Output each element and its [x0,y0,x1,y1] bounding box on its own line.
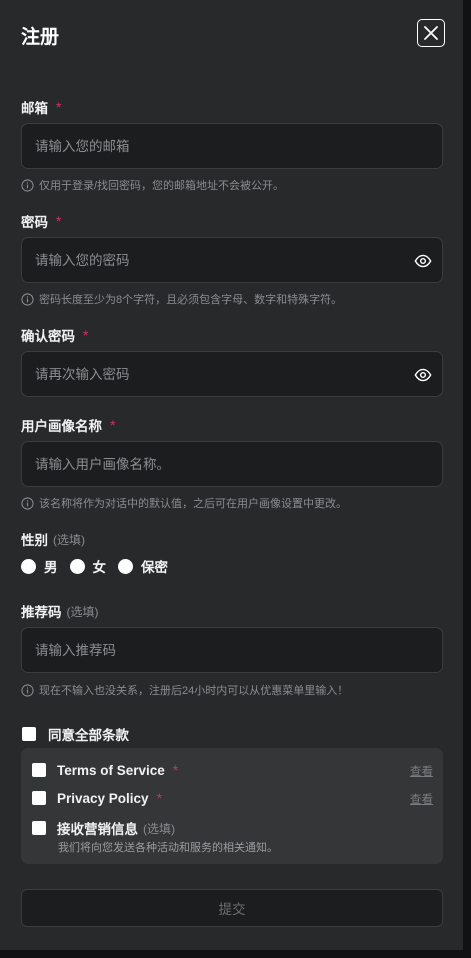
email-label-text: 邮箱 [21,101,48,116]
agree-all-row[interactable]: 同意全部条款 [22,724,129,744]
referral-label-text: 推荐码 [21,605,62,620]
confirm-password-label-text: 确认密码 [21,329,75,344]
radio-label: 女 [92,560,107,575]
info-icon [21,683,34,697]
confirm-password-field-box [21,351,443,397]
gender-radio-male[interactable]: 男 [21,556,58,576]
persona-name-label-text: 用户画像名称 [21,419,102,434]
submit-button[interactable]: 提交 [21,889,443,927]
agree-all-checkbox[interactable] [22,727,36,741]
radio-circle[interactable] [21,558,36,574]
email-field-box [21,123,443,169]
referral-hint: 现在不输入也没关系，注册后24小时内可以从优惠菜单里输入！ [21,682,348,698]
terms-of-service-checkbox[interactable] [32,763,46,777]
persona-name-field-box [21,441,443,487]
email-field[interactable] [22,124,442,168]
required-mark: * [83,327,89,343]
gender-radio-group: 男 女 保密 [21,556,180,576]
radio-circle[interactable] [118,558,133,574]
radio-circle[interactable] [69,558,85,574]
persona-name-field[interactable] [22,442,442,486]
privacy-policy-checkbox[interactable] [32,791,46,805]
referral-code-field[interactable] [22,628,442,672]
view-terms-link[interactable]: 查看 [410,763,433,779]
required-mark: * [110,417,116,433]
view-privacy-link[interactable]: 查看 [410,791,433,807]
page-edge-right [463,0,471,958]
close-button[interactable] [417,19,445,47]
password-field[interactable] [22,238,442,282]
terms-of-service-label: Terms of Service [57,762,165,778]
privacy-policy-row[interactable]: Privacy Policy * [32,790,162,806]
gender-radio-secret[interactable]: 保密 [118,556,168,576]
close-icon [424,26,438,40]
referral-hint-text: 现在不输入也没关系，注册后24小时内可以从优惠菜单里输入！ [39,685,349,697]
optional-tag: (选填) [53,532,85,547]
page-title: 注册 [21,27,60,48]
confirm-password-label: 确认密码 * [21,325,88,345]
password-label-text: 密码 [21,215,48,230]
required-mark: * [56,99,62,115]
password-hint-text: 密码长度至少为8个字符，且必须包含字母、数字和特殊字符。 [39,294,343,306]
terms-box: Terms of Service * 查看 Privacy Policy * 查… [21,748,443,864]
referral-label: 推荐码 (选填) [21,601,99,621]
radio-label: 保密 [141,560,168,575]
optional-tag: (选填) [66,604,99,619]
optional-tag: (选填) [143,821,175,836]
email-hint-text: 仅用于登录/找回密码，您的邮箱地址不会被公开。 [39,180,285,192]
marketing-label: 接收营销信息 [57,822,138,837]
info-icon [21,496,34,510]
required-mark: * [172,762,179,778]
radio-label: 男 [44,560,58,575]
persona-name-hint: 该名称将作为对话中的默认值，之后可在用户画像设置中更改。 [21,495,347,511]
info-icon [21,178,34,192]
password-label: 密码 * [21,211,61,231]
required-mark: * [156,790,163,806]
privacy-policy-label: Privacy Policy [57,790,149,806]
marketing-note: 我们将向您发送各种活动和服务的相关通知。 [58,842,278,854]
marketing-row[interactable]: 接收营销信息 (选填) [32,818,175,838]
gender-radio-female[interactable]: 女 [69,556,107,576]
email-label: 邮箱 * [21,97,61,117]
persona-name-label: 用户画像名称 * [21,415,115,435]
required-mark: * [56,213,62,229]
page-edge-bottom [0,950,471,958]
confirm-password-field[interactable] [22,352,442,396]
info-icon [21,292,34,306]
agree-all-label: 同意全部条款 [48,728,129,743]
referral-field-box [21,627,443,673]
eye-icon[interactable] [414,252,432,270]
eye-icon[interactable] [414,366,432,384]
email-hint: 仅用于登录/找回密码，您的邮箱地址不会被公开。 [21,177,284,193]
gender-label-text: 性别 [21,533,48,548]
persona-name-hint-text: 该名称将作为对话中的默认值，之后可在用户画像设置中更改。 [39,498,347,510]
password-hint: 密码长度至少为8个字符，且必须包含字母、数字和特殊字符。 [21,291,342,307]
password-field-box [21,237,443,283]
gender-label: 性别 (选填) [21,529,85,549]
marketing-checkbox[interactable] [32,821,46,835]
terms-of-service-row[interactable]: Terms of Service * [32,762,178,778]
